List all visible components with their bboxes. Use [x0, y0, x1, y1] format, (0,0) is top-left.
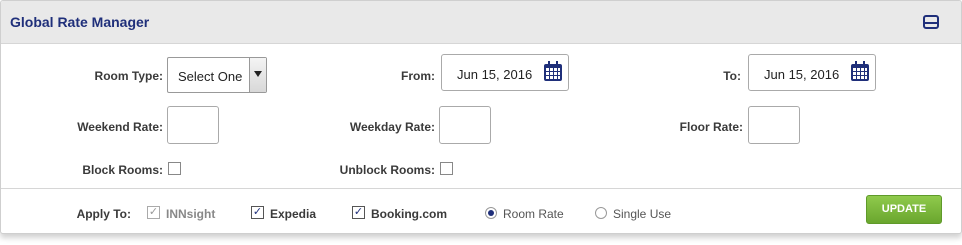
apply-to-label: Apply To:	[76, 207, 131, 221]
expedia-checkbox[interactable]: ✓	[251, 206, 264, 219]
update-button[interactable]: UPDATE	[866, 195, 942, 224]
to-date-input[interactable]: Jun 15, 2016	[748, 54, 876, 91]
single-use-radio[interactable]	[595, 207, 607, 219]
booking-com-label: Booking.com	[371, 207, 448, 221]
from-date-value: Jun 15, 2016	[457, 67, 533, 82]
expedia-label: Expedia	[270, 207, 317, 221]
innsight-label: INNsight	[166, 207, 216, 221]
global-rate-manager-panel: Global Rate Manager Room Type: Select On…	[0, 0, 962, 234]
single-use-label: Single Use	[613, 207, 672, 221]
to-date-value: Jun 15, 2016	[764, 67, 840, 82]
innsight-checkbox[interactable]: ✓	[147, 206, 160, 219]
collapse-icon[interactable]	[923, 15, 939, 29]
block-rooms-checkbox[interactable]	[168, 162, 181, 175]
calendar-icon[interactable]	[851, 61, 869, 81]
weekend-rate-input[interactable]	[167, 106, 219, 144]
room-rate-radio[interactable]	[485, 207, 497, 219]
room-rate-label: Room Rate	[503, 207, 564, 221]
calendar-icon[interactable]	[544, 61, 562, 81]
chevron-down-icon[interactable]	[249, 58, 266, 92]
room-type-value: Select One	[178, 69, 243, 84]
to-label: To:	[723, 69, 741, 83]
floor-rate-label: Floor Rate:	[679, 120, 743, 134]
panel-header: Global Rate Manager	[1, 1, 961, 44]
divider	[1, 188, 961, 189]
panel-title: Global Rate Manager	[10, 14, 150, 30]
room-type-select[interactable]: Select One	[167, 57, 267, 93]
block-rooms-label: Block Rooms:	[82, 163, 163, 177]
unblock-rooms-checkbox[interactable]	[440, 162, 453, 175]
weekend-rate-label: Weekend Rate:	[77, 120, 163, 134]
weekday-rate-label: Weekday Rate:	[349, 120, 435, 134]
floor-rate-input[interactable]	[748, 106, 800, 144]
unblock-rooms-label: Unblock Rooms:	[339, 163, 435, 177]
room-type-label: Room Type:	[94, 69, 163, 83]
booking-com-checkbox[interactable]: ✓	[352, 206, 365, 219]
from-date-input[interactable]: Jun 15, 2016	[441, 54, 569, 91]
from-label: From:	[401, 69, 435, 83]
weekday-rate-input[interactable]	[439, 106, 491, 144]
